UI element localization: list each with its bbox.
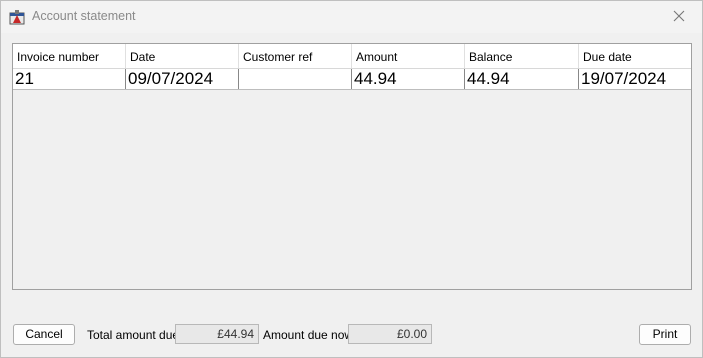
column-header-invoice-number[interactable]: Invoice number (13, 44, 126, 68)
table-header: Invoice number Date Customer ref Amount … (13, 44, 691, 69)
statement-table[interactable]: Invoice number Date Customer ref Amount … (12, 43, 692, 290)
column-header-due-date[interactable]: Due date (579, 44, 691, 68)
table-row[interactable]: 21 09/07/2024 44.94 44.94 19/07/2024 (13, 69, 691, 90)
total-amount-due-label: Total amount due (87, 328, 180, 342)
cell-customer-ref[interactable] (239, 69, 352, 89)
column-header-customer-ref[interactable]: Customer ref (239, 44, 352, 68)
cell-amount[interactable]: 44.94 (352, 69, 465, 89)
window-title: Account statement (32, 9, 136, 23)
close-icon (673, 10, 685, 25)
cancel-button[interactable]: Cancel (13, 324, 75, 345)
total-amount-due-field: £44.94 (175, 324, 259, 344)
close-button[interactable] (656, 1, 702, 33)
amount-due-now-field: £0.00 (348, 324, 432, 344)
column-header-balance[interactable]: Balance (465, 44, 579, 68)
column-header-date[interactable]: Date (126, 44, 239, 68)
app-icon (9, 9, 25, 25)
cell-due-date[interactable]: 19/07/2024 (579, 69, 691, 89)
title-bar[interactable]: Account statement (1, 1, 702, 33)
print-button[interactable]: Print (639, 324, 691, 345)
cell-balance[interactable]: 44.94 (465, 69, 579, 89)
account-statement-window: Account statement Invoice number Date Cu… (0, 0, 703, 358)
cell-invoice-number[interactable]: 21 (13, 69, 126, 89)
amount-due-now-label: Amount due now (263, 328, 354, 342)
cell-date[interactable]: 09/07/2024 (126, 69, 239, 89)
column-header-amount[interactable]: Amount (352, 44, 465, 68)
